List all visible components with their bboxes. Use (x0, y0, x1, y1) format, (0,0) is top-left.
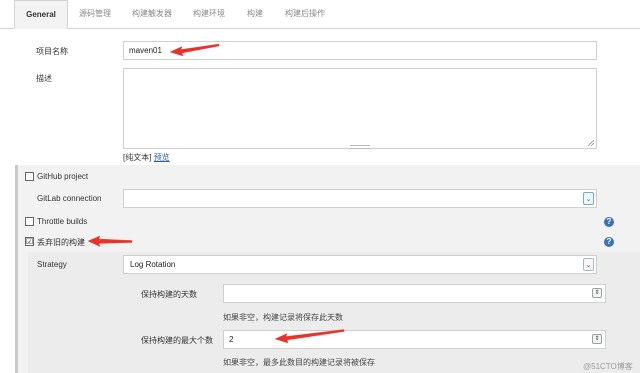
annotation-arrows (87, 43, 345, 344)
arrow-icon (274, 329, 345, 344)
arrow-icon (87, 235, 133, 247)
arrow-icon (169, 43, 220, 57)
